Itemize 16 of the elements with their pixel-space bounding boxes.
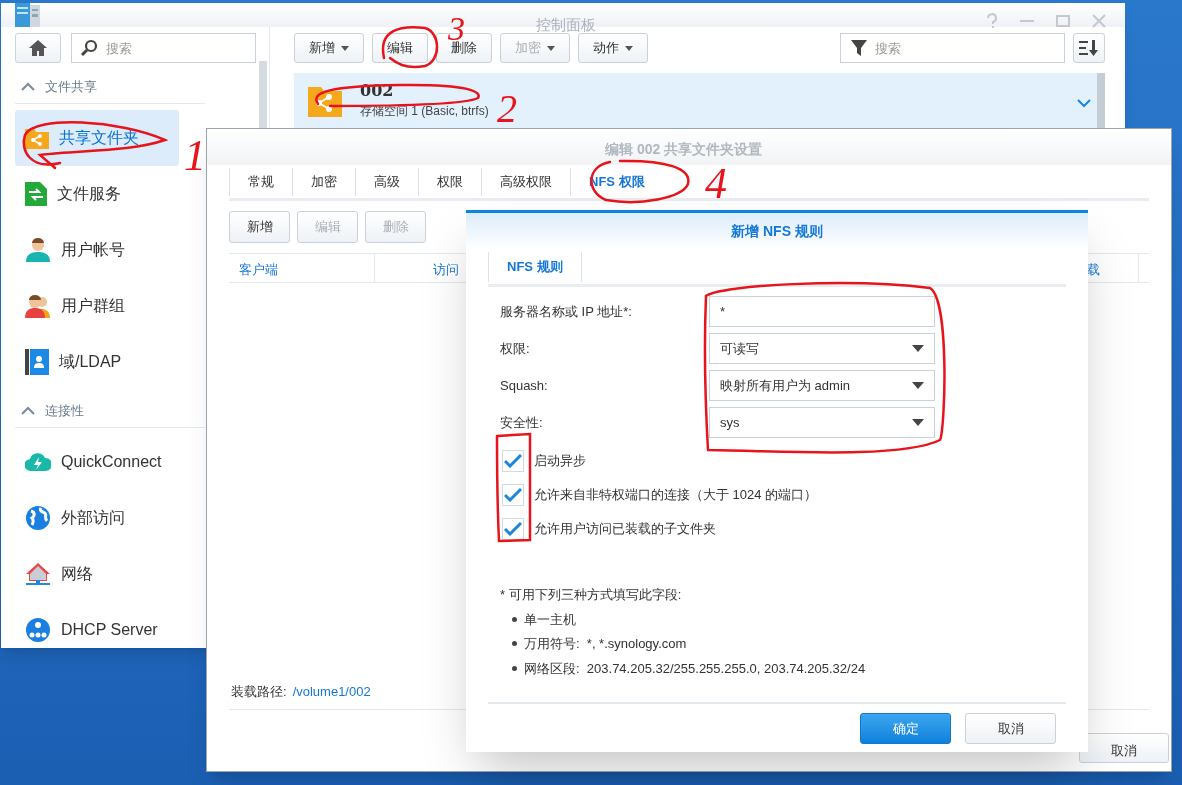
note-item: 万用符号: *, *.synology.com: [524, 635, 687, 653]
mount-path-label: 装载路径:: [231, 683, 287, 701]
field-label: 权限:: [500, 339, 531, 358]
window-title: 控制面板: [536, 15, 596, 35]
note-item: 网络区段: 203.74.205.32/255.255.255.0, 203.74.205.32/24: [524, 659, 866, 678]
note-item: 单一主机: [524, 610, 576, 629]
annotation-number: 4: [705, 159, 727, 208]
note-text: * 可用下列三种方式填写此字段:: [500, 586, 683, 604]
dialog-title: 编辑 002 共享文件夹设置: [605, 140, 763, 159]
field-label: 服务器名称或 IP 地址*:: [500, 302, 633, 321]
folder-detail: 存储空间 1 (Basic, btrfs): [360, 104, 489, 118]
field-label: Squash:: [500, 376, 549, 395]
field-label: 安全性:: [500, 413, 544, 432]
annotation-number: 2: [497, 86, 517, 131]
annotation-number: 1: [184, 131, 206, 180]
dialog-title: 新增 NFS 规则: [731, 221, 823, 241]
